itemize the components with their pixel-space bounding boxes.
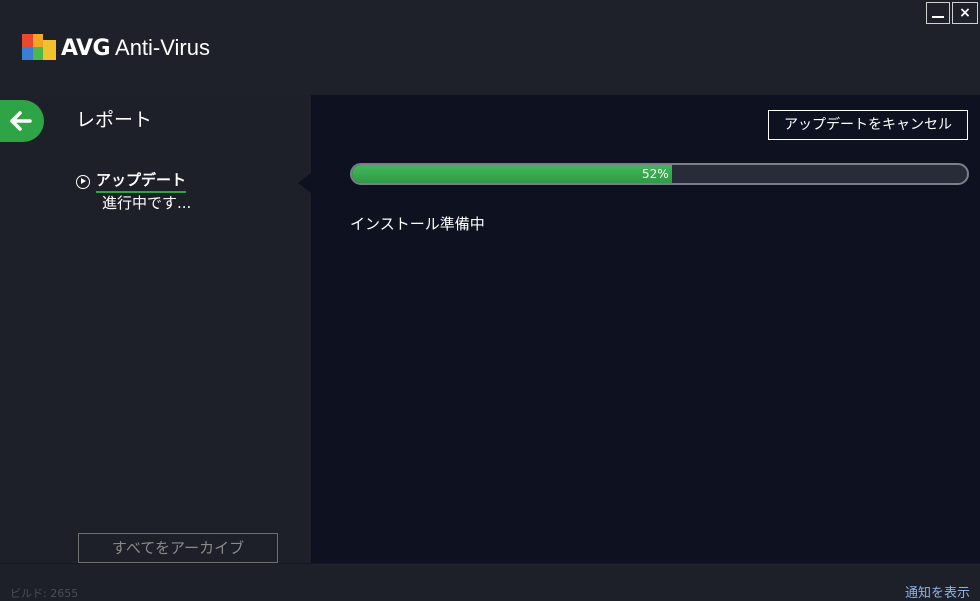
report-item-update[interactable]: アップデート 進行中です...	[76, 170, 276, 213]
close-button[interactable]: ×	[952, 2, 978, 24]
status-bar	[0, 563, 980, 599]
show-notifications-link[interactable]: 通知を表示	[905, 582, 970, 601]
install-status-text: インストール準備中	[350, 215, 485, 233]
app-brand: AVG Anti-Virus	[61, 34, 210, 63]
report-name[interactable]: アップデート	[96, 170, 187, 193]
back-button[interactable]	[0, 100, 44, 142]
cancel-update-button[interactable]: アップデートをキャンセル	[768, 110, 968, 140]
archive-all-button[interactable]: すべてをアーカイブ	[78, 533, 278, 563]
left-panel	[0, 95, 311, 563]
selection-pointer	[298, 173, 311, 193]
brand-product: Anti-Virus	[110, 35, 210, 60]
back-arrow-icon	[10, 111, 32, 131]
brand-avg: AVG	[61, 36, 111, 61]
update-progress-bar: 52%	[350, 163, 969, 185]
minimize-button[interactable]	[926, 2, 950, 24]
progress-percent: 52%	[642, 167, 669, 181]
report-status: 進行中です...	[102, 194, 192, 212]
avg-logo	[22, 34, 56, 60]
close-icon: ×	[959, 5, 971, 21]
page-title: レポート	[76, 109, 153, 131]
play-icon	[76, 174, 90, 189]
progress-fill	[352, 165, 672, 183]
build-number: ビルド: 2655	[10, 587, 79, 600]
